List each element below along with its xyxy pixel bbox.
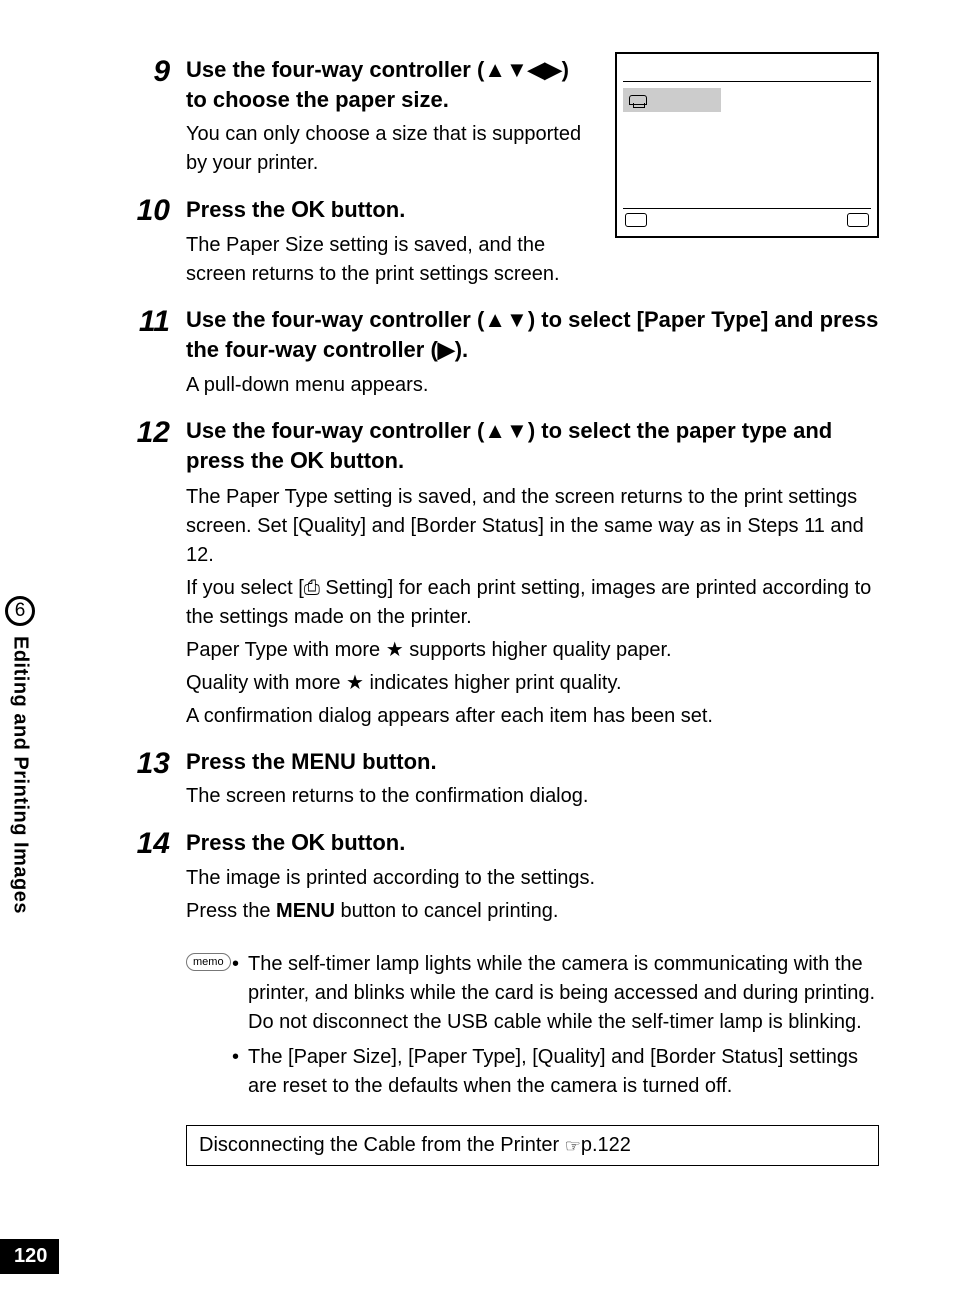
page-number: 120 (0, 1239, 59, 1274)
step-11: 11 Use the four-way controller (▲▼) to s… (130, 305, 879, 409)
menu-button-label: MENU (276, 900, 335, 922)
hand-pointer-icon: ☞ (565, 1136, 581, 1157)
step-description: The screen returns to the confirmation d… (186, 782, 879, 811)
menu-button-label: MENU (291, 749, 356, 774)
memo-list: The self-timer lamp lights while the cam… (232, 950, 879, 1107)
step-13: 13 Press the MENU button. The screen ret… (130, 747, 879, 822)
step-description: You can only choose a size that is suppo… (186, 120, 586, 178)
ok-button-label: OK (290, 447, 324, 473)
memo-item: The [Paper Size], [Paper Type], [Quality… (232, 1043, 879, 1101)
step-number: 14 (130, 827, 186, 860)
arrow-right-icon: ▶ (438, 337, 455, 362)
printer-icon (629, 95, 647, 105)
step-number: 10 (130, 194, 186, 227)
ok-button-label: OK (291, 829, 325, 855)
side-tab: 6 Editing and Printing Images (0, 596, 40, 914)
chapter-label: Editing and Printing Images (9, 636, 32, 914)
step-heading: Press the OK button. (186, 194, 586, 225)
step-heading: Use the four-way controller (▲▼◀▶) to ch… (186, 55, 586, 114)
cross-reference-box: Disconnecting the Cable from the Printer… (186, 1125, 879, 1166)
arrow-up-down-icon: ▲▼ (484, 418, 528, 443)
step-description: A pull-down menu appears. (186, 371, 879, 400)
memo-icon: memo (186, 950, 232, 971)
step-number: 9 (130, 55, 186, 88)
step-14: 14 Press the OK button. The image is pri… (130, 827, 879, 936)
step-heading: Use the four-way controller (▲▼) to sele… (186, 416, 879, 477)
chapter-number-badge: 6 (5, 596, 35, 626)
printer-icon-cell (623, 88, 721, 112)
step-description: The Paper Size setting is saved, and the… (186, 231, 586, 289)
step-description: The Paper Type setting is saved, and the… (186, 483, 879, 731)
step-description: The image is printed according to the se… (186, 864, 879, 926)
screen-illustration (615, 52, 879, 238)
illus-button-right (847, 213, 869, 227)
illus-button-left (625, 213, 647, 227)
arrow-up-down-icon: ▲▼ (484, 307, 528, 332)
arrow-up-down-left-right-icon: ▲▼◀▶ (484, 57, 561, 82)
step-12: 12 Use the four-way controller (▲▼) to s… (130, 416, 879, 741)
step-heading: Press the OK button. (186, 827, 879, 858)
memo-block: memo The self-timer lamp lights while th… (186, 950, 879, 1107)
step-number: 11 (130, 305, 186, 338)
step-number: 13 (130, 747, 186, 780)
step-heading: Use the four-way controller (▲▼) to sele… (186, 305, 879, 364)
step-heading: Press the MENU button. (186, 747, 879, 777)
ok-button-label: OK (291, 196, 325, 222)
memo-item: The self-timer lamp lights while the cam… (232, 950, 879, 1037)
page: 6 Editing and Printing Images 120 9 Use … (0, 0, 954, 1314)
step-number: 12 (130, 416, 186, 449)
